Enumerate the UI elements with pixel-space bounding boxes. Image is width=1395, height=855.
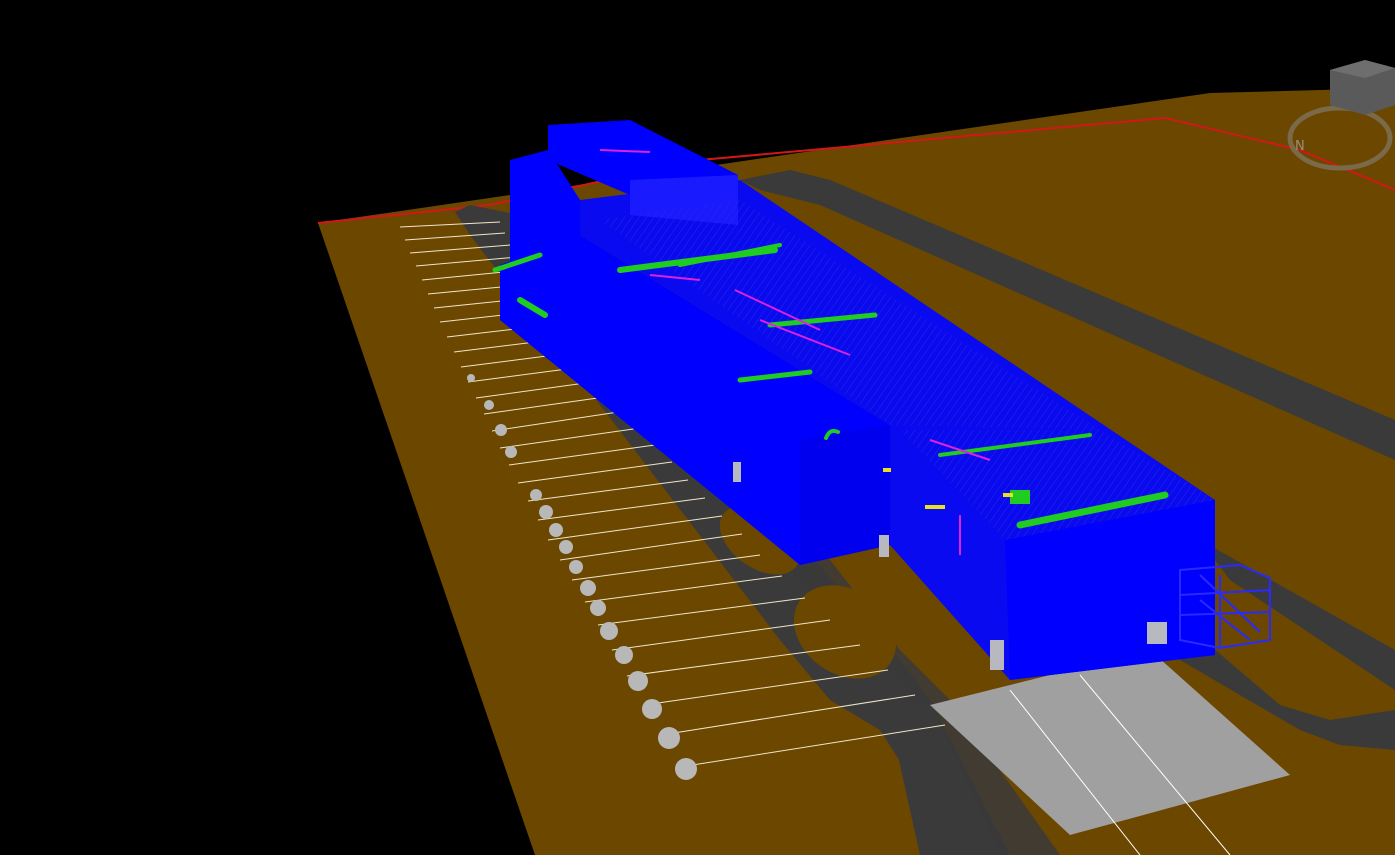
3d-model-viewport[interactable]: N [0,0,1395,855]
compass-north-label: N [1295,139,1305,154]
model-scene[interactable]: N [0,0,1395,855]
